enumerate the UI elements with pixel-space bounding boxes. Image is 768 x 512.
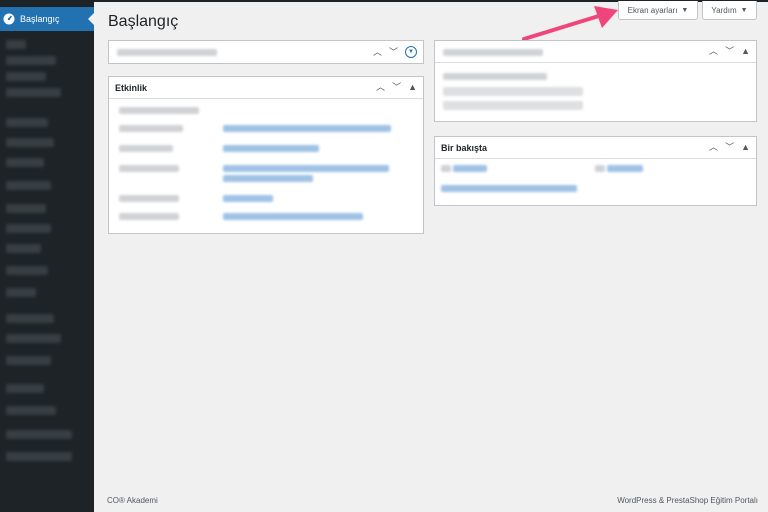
chevron-down-icon[interactable]: ﹀ (725, 143, 734, 152)
footer-left-text: CO® Akademi (107, 496, 158, 505)
blurred-icon (441, 165, 451, 172)
chevron-up-icon[interactable]: ︿ (373, 47, 382, 57)
widget-blurred-2: ︿ ﹀ ▲ (434, 40, 757, 122)
widget-blurred-1: ︿ ﹀ ▼ (108, 40, 424, 64)
blurred-title (443, 48, 543, 56)
caret-up-icon[interactable]: ▲ (408, 83, 417, 92)
chevron-down-icon[interactable]: ﹀ (392, 83, 401, 92)
caret-down-icon: ▼ (740, 6, 748, 14)
help-button[interactable]: Yardım ▼ (702, 1, 757, 20)
sidebar-item[interactable] (6, 118, 48, 127)
chevron-up-icon[interactable]: ︿ (709, 143, 718, 152)
sidebar-item[interactable] (6, 406, 56, 415)
sidebar-item[interactable] (6, 72, 46, 81)
sidebar-item[interactable] (6, 40, 26, 49)
caret-up-icon[interactable]: ▲ (741, 47, 750, 56)
sidebar-item[interactable] (6, 224, 51, 233)
glance-blurred-content (435, 159, 756, 205)
sidebar-item[interactable] (6, 88, 61, 97)
sidebar-item[interactable] (6, 430, 72, 439)
blurred-text (119, 125, 183, 132)
footer-right-text: WordPress & PrestaShop Eğitim Portalı (617, 496, 758, 505)
blurred-text (443, 87, 583, 96)
caret-down-icon: ▼ (681, 6, 689, 14)
sidebar-item[interactable] (6, 244, 41, 253)
admin-sidebar: Başlangıç (0, 0, 94, 512)
sidebar-item[interactable] (6, 204, 46, 213)
sidebar-item[interactable] (6, 356, 51, 365)
blurred-text (443, 73, 547, 80)
at-a-glance-widget: Bir bakışta ︿ ﹀ ▲ (434, 136, 757, 206)
activity-list-blurred (109, 99, 423, 229)
sidebar-item[interactable] (6, 288, 36, 297)
dashboard-icon (3, 13, 15, 25)
blurred-text (119, 165, 179, 172)
blurred-link[interactable] (223, 175, 313, 182)
sidebar-item[interactable] (6, 314, 54, 323)
activity-title: Etkinlik (115, 82, 148, 93)
sidebar-item[interactable] (6, 138, 54, 147)
blurred-content (435, 63, 756, 121)
sidebar-item[interactable] (6, 158, 44, 167)
blurred-link[interactable] (223, 165, 389, 172)
blurred-link[interactable] (453, 165, 487, 172)
sidebar-item[interactable] (6, 384, 44, 393)
blurred-link[interactable] (607, 165, 643, 172)
chevron-up-icon[interactable]: ︿ (709, 47, 718, 56)
sidebar-item[interactable] (6, 56, 56, 65)
blurred-icon (595, 165, 605, 172)
sidebar-item[interactable] (6, 334, 61, 343)
caret-up-icon[interactable]: ▲ (741, 143, 750, 152)
sidebar-item[interactable] (6, 181, 51, 190)
blurred-link[interactable] (223, 125, 391, 132)
chevron-down-icon[interactable]: ﹀ (389, 47, 398, 57)
blurred-text (119, 145, 173, 152)
annotation-arrow-icon (522, 6, 618, 41)
page-title: Başlangıç (108, 13, 179, 30)
sidebar-item[interactable] (6, 452, 72, 461)
blurred-link[interactable] (441, 185, 577, 192)
blurred-text (119, 213, 179, 220)
activity-widget: Etkinlik ︿ ﹀ ▲ (108, 76, 424, 234)
sidebar-item[interactable] (6, 266, 48, 275)
chevron-down-icon[interactable]: ﹀ (725, 47, 734, 56)
blurred-link[interactable] (223, 145, 319, 152)
blurred-link[interactable] (223, 213, 363, 220)
toggle-panel-icon[interactable]: ▼ (405, 46, 417, 58)
blurred-text (119, 195, 179, 202)
sidebar-item-label: Başlangıç (20, 14, 60, 24)
at-a-glance-title: Bir bakışta (441, 142, 488, 153)
chevron-up-icon[interactable]: ︿ (376, 83, 385, 92)
blurred-link[interactable] (223, 195, 273, 202)
blurred-text (119, 107, 199, 114)
screen-options-label: Ekran ayarları (627, 5, 678, 15)
blurred-text (443, 101, 583, 110)
sidebar-item-dashboard[interactable]: Başlangıç (0, 7, 94, 31)
screen-options-button[interactable]: Ekran ayarları ▼ (618, 1, 698, 20)
blurred-title (117, 49, 217, 56)
help-label: Yardım (711, 5, 737, 15)
